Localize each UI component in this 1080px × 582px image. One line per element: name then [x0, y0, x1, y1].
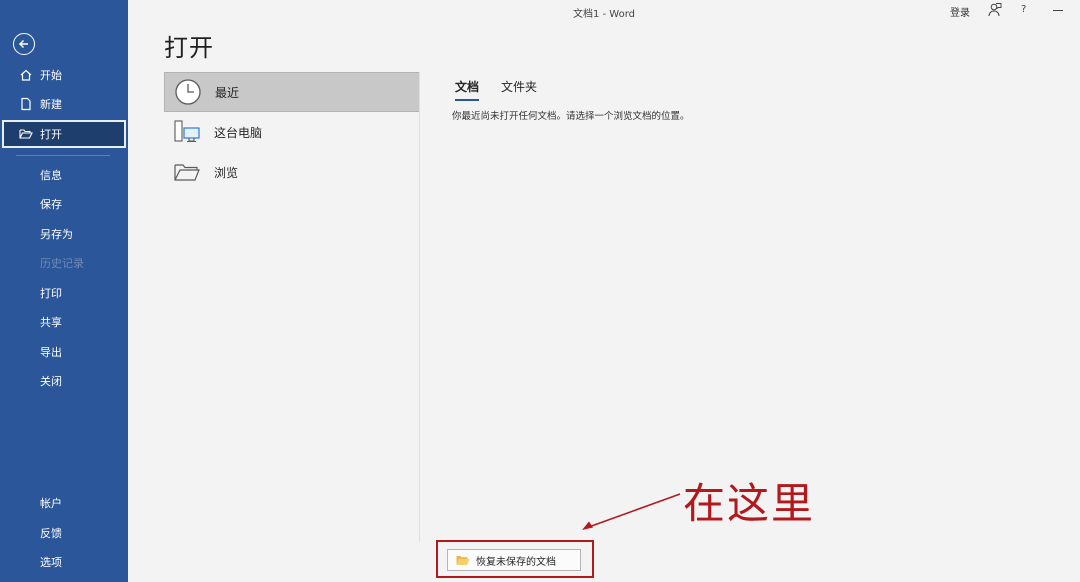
clock-icon [171, 77, 205, 107]
sidebar-item-label: 历史记录 [40, 257, 84, 270]
signin-link[interactable]: 登录 [950, 4, 970, 19]
open-folder-icon [18, 126, 34, 142]
sidebar-item-label: 共享 [40, 316, 62, 329]
sidebar-item-account[interactable]: 帐户 [0, 489, 128, 517]
recent-tabs: 文档 文件夹 [455, 78, 537, 101]
home-icon [18, 67, 34, 83]
sidebar-item-label: 反馈 [40, 527, 62, 540]
new-document-icon [18, 96, 34, 112]
sidebar-item-label: 另存为 [40, 228, 73, 241]
title-bar: 文档1 - Word 登录 ? [128, 0, 1080, 22]
sidebar-item-label: 关闭 [40, 375, 62, 388]
folder-icon [456, 555, 470, 565]
sidebar-item-label: 保存 [40, 198, 62, 211]
sidebar-item-history: 历史记录 [0, 249, 128, 277]
sidebar-item-export[interactable]: 导出 [0, 338, 128, 366]
place-label: 浏览 [214, 165, 239, 180]
sidebar-item-label: 打印 [40, 287, 62, 300]
sidebar-item-label: 打开 [40, 128, 62, 141]
sidebar-item-label: 导出 [40, 346, 62, 359]
place-label: 最近 [215, 85, 240, 100]
sidebar-item-home[interactable]: 开始 [0, 61, 128, 89]
sidebar-item-share[interactable]: 共享 [0, 308, 128, 336]
recover-unsaved-button[interactable]: 恢复未保存的文档 [447, 549, 581, 571]
sidebar-item-label: 开始 [40, 69, 62, 82]
backstage-sidebar: 开始 新建 打开 信息 保存 另存为 历史记录 打印 共享 导出 关闭 帐户 反… [0, 0, 128, 582]
sidebar-item-options[interactable]: 选项 [0, 548, 128, 576]
tab-folders[interactable]: 文件夹 [501, 78, 537, 101]
sidebar-divider [16, 155, 110, 156]
annotation-text: 在这里 [683, 479, 816, 528]
minimize-icon[interactable] [1053, 10, 1063, 11]
tab-documents[interactable]: 文档 [455, 78, 480, 101]
sidebar-item-open[interactable]: 打开 [2, 120, 126, 148]
sidebar-item-label: 新建 [40, 98, 62, 111]
window-title: 文档1 - Word [128, 5, 1080, 20]
place-browse[interactable]: 浏览 [164, 152, 420, 192]
sidebar-item-info[interactable]: 信息 [0, 161, 128, 189]
sidebar-item-label: 帐户 [40, 497, 62, 510]
recover-button-label: 恢复未保存的文档 [476, 556, 556, 568]
sidebar-item-label: 选项 [40, 556, 62, 569]
place-label: 这台电脑 [214, 125, 263, 140]
help-button[interactable]: ? [1021, 4, 1026, 15]
place-recent[interactable]: 最近 [164, 72, 420, 112]
back-arrow-icon[interactable] [13, 33, 35, 55]
computer-icon [170, 117, 204, 147]
column-divider [419, 72, 420, 542]
sidebar-item-print[interactable]: 打印 [0, 279, 128, 307]
empty-recent-message: 你最近尚未打开任何文档。请选择一个浏览文档的位置。 [452, 111, 690, 122]
sidebar-item-close[interactable]: 关闭 [0, 367, 128, 395]
page-title: 打开 [164, 34, 214, 62]
sidebar-item-feedback[interactable]: 反馈 [0, 519, 128, 547]
feedback-person-icon[interactable] [986, 2, 1002, 18]
open-locations-list: 最近 这台电脑 浏览 [164, 72, 420, 192]
place-this-pc[interactable]: 这台电脑 [164, 112, 420, 152]
sidebar-item-new[interactable]: 新建 [0, 90, 128, 118]
window-title-text: 文档1 - Word [572, 9, 636, 20]
sidebar-item-save-as[interactable]: 另存为 [0, 220, 128, 248]
sidebar-item-label: 信息 [40, 169, 62, 182]
annotation-arrow [582, 493, 681, 530]
sidebar-item-save[interactable]: 保存 [0, 190, 128, 218]
folder-icon [170, 157, 204, 187]
